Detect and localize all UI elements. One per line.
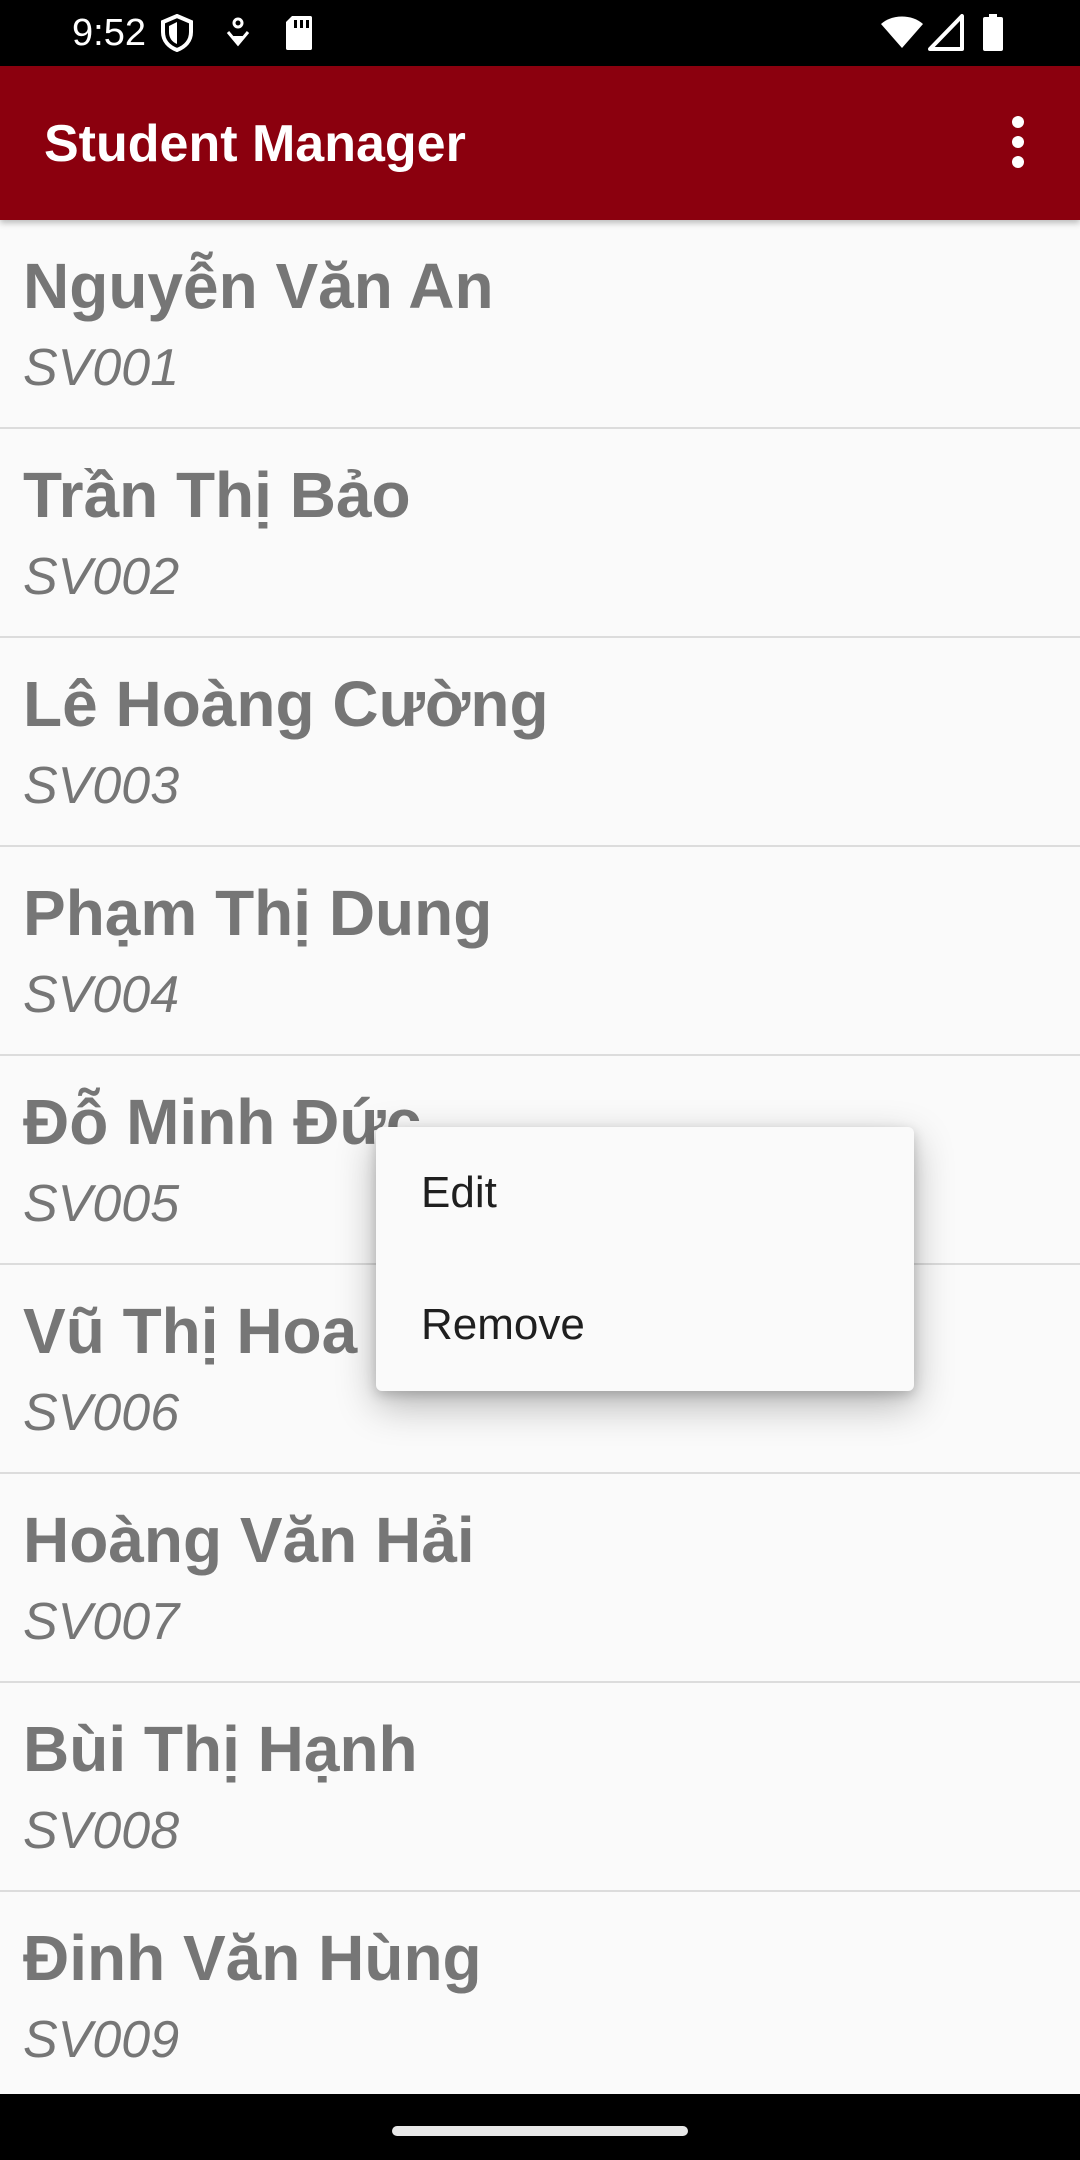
student-id: SV004: [23, 966, 180, 1024]
student-id: SV006: [23, 1384, 180, 1442]
location-icon: [224, 14, 252, 52]
status-bar: 9:52: [0, 0, 1080, 66]
remove-menu-item[interactable]: Remove: [376, 1259, 914, 1391]
edit-menu-item[interactable]: Edit: [376, 1127, 914, 1259]
student-id: SV001: [23, 339, 180, 397]
student-list-item[interactable]: Đinh Văn Hùng SV009: [0, 1892, 1080, 2094]
sd-card-icon: [284, 14, 314, 52]
student-id: SV009: [23, 2011, 180, 2069]
app-bar: Student Manager: [0, 66, 1080, 220]
wifi-icon: [880, 14, 924, 52]
student-id: SV003: [23, 757, 180, 815]
home-gesture-handle[interactable]: [392, 2126, 688, 2136]
student-name: Lê Hoàng Cường: [23, 668, 549, 740]
student-name: Đinh Văn Hùng: [23, 1922, 482, 1994]
student-name: Đỗ Minh Đức: [23, 1086, 422, 1158]
student-name: Phạm Thị Dung: [23, 877, 493, 949]
student-list-item[interactable]: Lê Hoàng Cường SV003: [0, 638, 1080, 847]
student-name: Vũ Thị Hoa: [23, 1295, 358, 1367]
student-name: Trần Thị Bảo: [23, 459, 411, 531]
student-name: Nguyễn Văn An: [23, 250, 494, 322]
student-name: Hoàng Văn Hải: [23, 1504, 475, 1576]
navigation-bar: [0, 2094, 1080, 2160]
edit-menu-label: Edit: [421, 1168, 497, 1217]
student-id: SV008: [23, 1802, 180, 1860]
app-title: Student Manager: [44, 115, 466, 173]
student-id: SV005: [23, 1175, 180, 1233]
more-vert-icon: [978, 102, 1058, 187]
overflow-menu-button[interactable]: [978, 102, 1058, 182]
shield-icon: [160, 13, 194, 53]
student-id: SV002: [23, 548, 180, 606]
status-time: 9:52: [72, 12, 146, 54]
student-name: Bùi Thị Hạnh: [23, 1713, 418, 1785]
student-list-item[interactable]: Hoàng Văn Hải SV007: [0, 1474, 1080, 1683]
remove-menu-label: Remove: [421, 1300, 585, 1349]
student-id: SV007: [23, 1593, 180, 1651]
student-list-item[interactable]: Trần Thị Bảo SV002: [0, 429, 1080, 638]
phone-screen: 9:52 Student Manager Nguyễn Văn An SV001…: [0, 0, 1080, 2160]
student-list-item[interactable]: Phạm Thị Dung SV004: [0, 847, 1080, 1056]
context-menu: Edit Remove: [376, 1127, 914, 1391]
student-list-item[interactable]: Nguyễn Văn An SV001: [0, 220, 1080, 429]
student-list-item[interactable]: Bùi Thị Hạnh SV008: [0, 1683, 1080, 1892]
signal-icon: [928, 14, 964, 52]
battery-icon: [982, 14, 1004, 52]
